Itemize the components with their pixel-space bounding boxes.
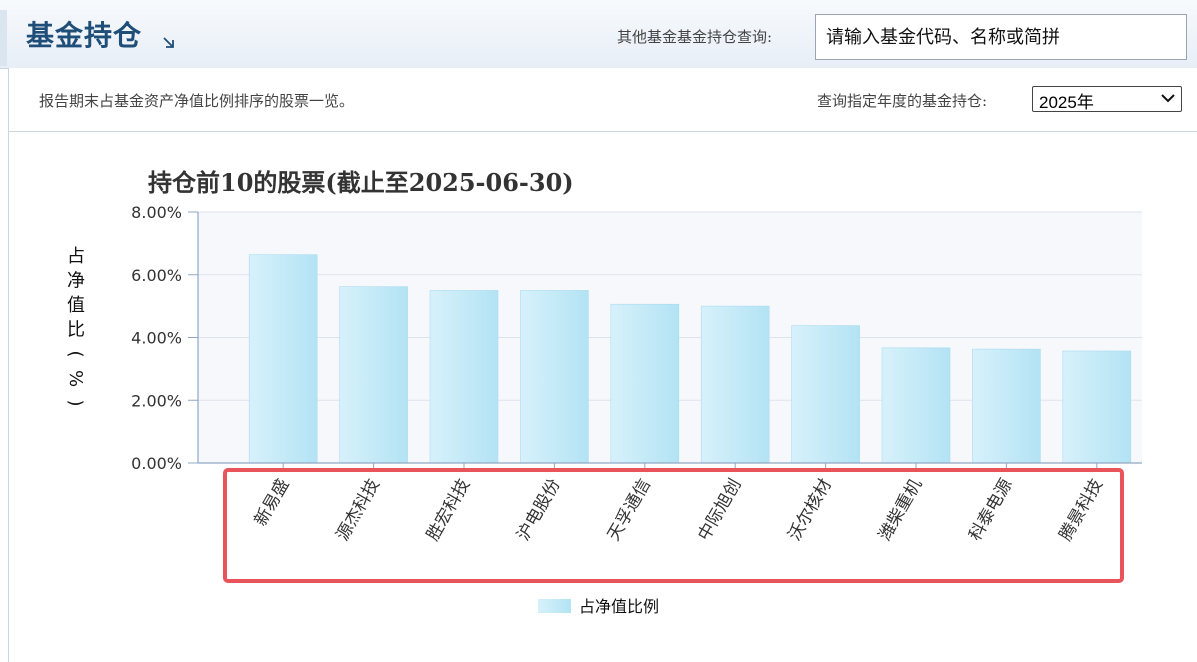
x-tick-label: 科泰电源 (965, 476, 1016, 545)
y-axis-label-char: 净 (67, 271, 85, 292)
y-axis-ticks: 0.00% 2.00% 4.00% 6.00% 8.00% (131, 203, 198, 473)
bar[interactable] (881, 347, 951, 464)
bar[interactable] (972, 348, 1041, 464)
bar[interactable] (1062, 350, 1132, 464)
x-tick-label: 潍柴重机 (875, 476, 926, 545)
legend[interactable]: 占净值比例 (538, 597, 659, 616)
y-axis-label-char: ( (65, 350, 86, 357)
bar[interactable] (520, 290, 589, 464)
bar[interactable] (429, 290, 499, 464)
y-tick-label: 4.00% (131, 329, 182, 348)
x-tick-label: 新易盛 (251, 476, 294, 530)
y-axis-label-char: 比 (67, 320, 85, 341)
y-axis-label-char: % (65, 370, 86, 387)
y-tick-label: 2.00% (131, 391, 182, 410)
x-axis-labels: 新易盛 源杰科技 胜宏科技 沪电股份 天孚通信 中际旭创 沃尔核材 潍柴重机 科泰电源 腾景科技 (251, 476, 1107, 545)
x-tick-label: 源杰科技 (333, 476, 384, 545)
bar[interactable] (791, 325, 860, 464)
bar[interactable] (700, 305, 770, 464)
y-axis-label-char: ) (65, 399, 86, 406)
x-tick-label: 沃尔核材 (785, 476, 836, 545)
holdings-bar-chart: 持仓前10的股票(截止至2025-06-30) 0.00% 2.00% 4.00% 6… (65, 168, 1142, 616)
x-tick-label: 腾景科技 (1056, 476, 1107, 545)
bar[interactable] (610, 303, 680, 464)
bar[interactable] (339, 286, 408, 464)
legend-label: 占净值比例 (579, 597, 659, 616)
y-tick-label: 0.00% (131, 454, 182, 473)
y-tick-label: 8.00% (131, 203, 182, 222)
y-axis-label: 占净值比 (%) (65, 246, 86, 407)
x-tick-label: 胜宏科技 (423, 476, 474, 545)
chart-title: 持仓前10的股票(截止至2025-06-30) (148, 168, 574, 197)
y-axis-label-char: 值 (67, 295, 85, 316)
x-tick-label: 中际旭创 (694, 476, 745, 545)
bar[interactable] (248, 254, 318, 464)
legend-swatch (538, 599, 571, 613)
x-tick-label: 沪电股份 (513, 476, 564, 545)
x-tick-label: 天孚通信 (604, 476, 655, 545)
y-axis-label-char: 占 (67, 246, 85, 267)
y-tick-label: 6.00% (131, 266, 182, 285)
